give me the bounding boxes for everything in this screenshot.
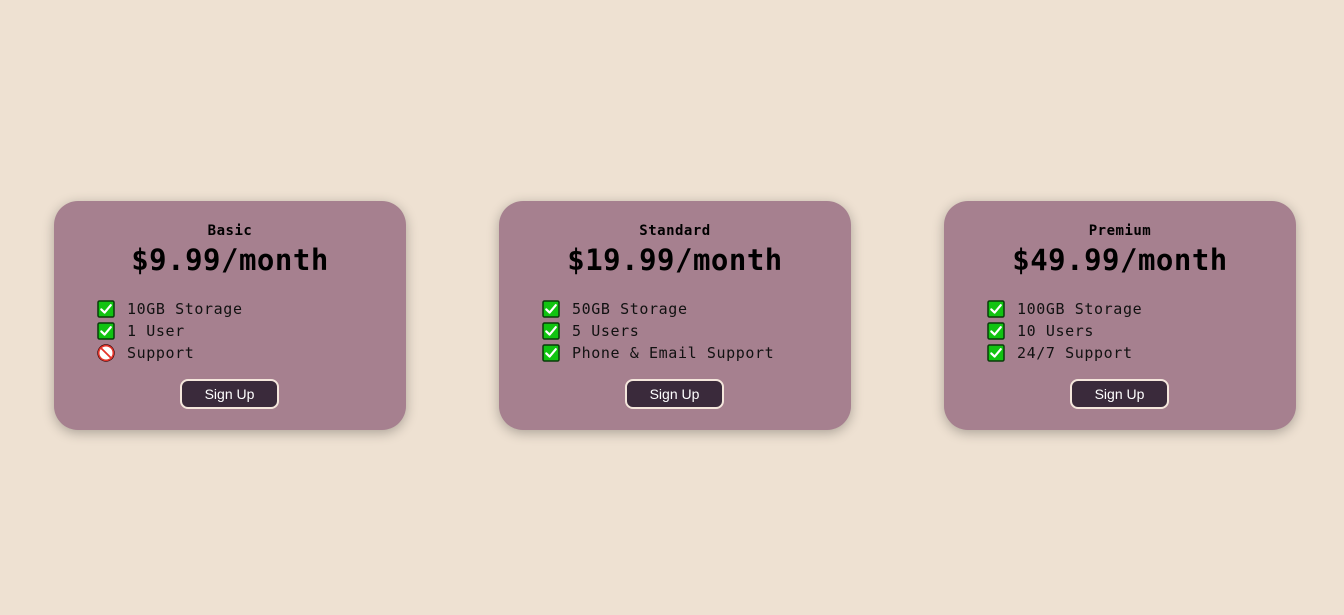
checkmark-icon [97, 300, 115, 318]
feature-text: Support [127, 344, 195, 362]
feature-item: 100GB Storage [987, 298, 1142, 320]
checkmark-icon [542, 322, 560, 340]
feature-list: 10GB Storage 1 User Support [97, 298, 243, 364]
feature-item: Phone & Email Support [542, 342, 774, 364]
feature-text: Phone & Email Support [572, 344, 775, 362]
plan-name: Basic [207, 223, 253, 239]
feature-text: 10 Users [1017, 322, 1095, 340]
feature-text: 100GB Storage [1017, 300, 1143, 318]
checkmark-icon [987, 300, 1005, 318]
checkmark-icon [542, 344, 560, 362]
feature-item: 5 Users [542, 320, 774, 342]
pricing-card-basic: Basic $9.99/month 10GB Storage 1 User Su… [54, 201, 406, 430]
sign-up-button[interactable]: Sign Up [180, 379, 279, 409]
plan-price: $19.99/month [567, 243, 783, 277]
checkmark-icon [97, 322, 115, 340]
feature-list: 50GB Storage 5 Users Phone & Email Suppo… [542, 298, 774, 364]
feature-item: 24/7 Support [987, 342, 1142, 364]
sign-up-button[interactable]: Sign Up [625, 379, 724, 409]
feature-item: 10 Users [987, 320, 1142, 342]
sign-up-button[interactable]: Sign Up [1070, 379, 1169, 409]
feature-text: 5 Users [572, 322, 640, 340]
plan-price: $9.99/month [131, 243, 329, 277]
feature-item: Support [97, 342, 243, 364]
feature-item: 1 User [97, 320, 243, 342]
feature-item: 50GB Storage [542, 298, 774, 320]
plan-name: Standard [639, 223, 711, 239]
feature-text: 24/7 Support [1017, 344, 1133, 362]
feature-item: 10GB Storage [97, 298, 243, 320]
feature-text: 10GB Storage [127, 300, 243, 318]
checkmark-icon [987, 344, 1005, 362]
prohibited-icon [97, 344, 115, 362]
checkmark-icon [542, 300, 560, 318]
pricing-card-premium: Premium $49.99/month 100GB Storage 10 Us… [944, 201, 1296, 430]
feature-text: 50GB Storage [572, 300, 688, 318]
pricing-card-standard: Standard $19.99/month 50GB Storage 5 Use… [499, 201, 851, 430]
feature-list: 100GB Storage 10 Users 24/7 Support [987, 298, 1142, 364]
feature-text: 1 User [127, 322, 185, 340]
plan-price: $49.99/month [1012, 243, 1228, 277]
plan-name: Premium [1088, 223, 1152, 239]
checkmark-icon [987, 322, 1005, 340]
pricing-cards: Basic $9.99/month 10GB Storage 1 User Su… [54, 201, 1296, 430]
